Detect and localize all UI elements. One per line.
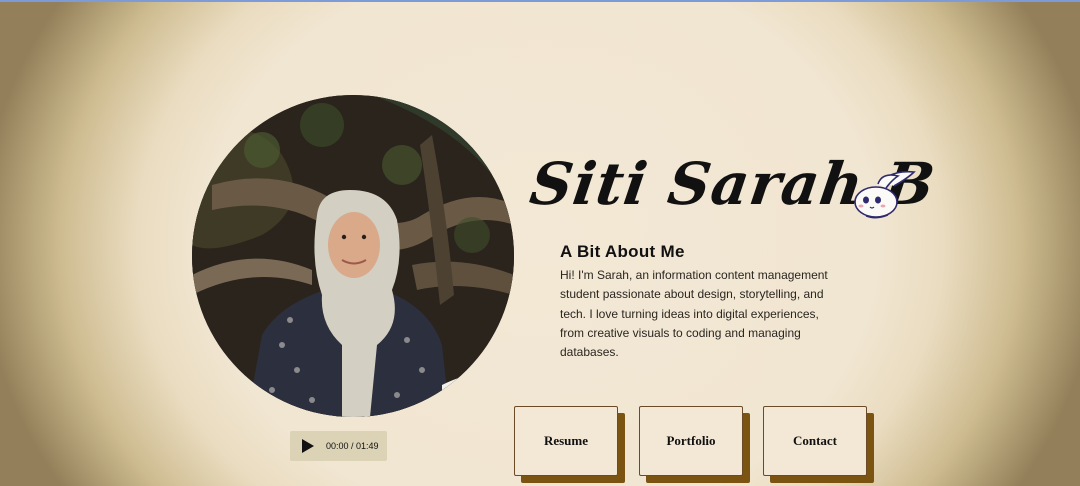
contact-button[interactable]: Contact <box>763 406 867 476</box>
portfolio-button[interactable]: Portfolio <box>639 406 743 476</box>
profile-photo <box>192 95 514 417</box>
about-paragraph: Hi! I'm Sarah, an information content ma… <box>560 268 828 360</box>
window-top-border <box>0 0 1080 2</box>
play-icon[interactable] <box>302 439 316 453</box>
audio-time: 00:00 / 01:49 <box>326 441 379 451</box>
about-heading: A Bit About Me <box>560 242 685 261</box>
resume-button[interactable]: Resume <box>514 406 618 476</box>
bunny-icon <box>852 168 920 220</box>
audio-player[interactable]: 00:00 / 01:49 <box>290 431 387 461</box>
